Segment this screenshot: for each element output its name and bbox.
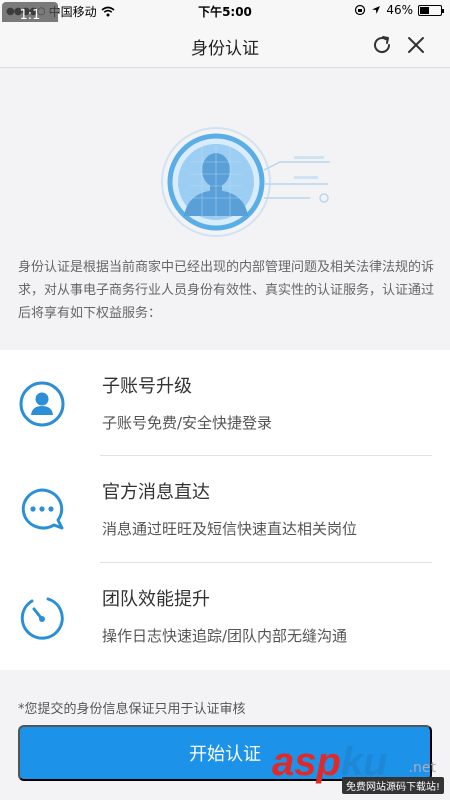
feature-title: 子账号升级 <box>102 376 192 397</box>
feature-title: 官方消息直达 <box>102 482 210 503</box>
privacy-notice: *您提交的身份信息保证只用于认证审核 <box>18 702 246 717</box>
intro-text: 身份认证是根据当前商家中已经出现的内部管理问题及相关法律法规的诉求，对从事电子商… <box>18 260 435 321</box>
battery-icon <box>418 4 444 16</box>
stopwatch-icon <box>20 597 64 640</box>
watermark-net: .net <box>408 760 436 776</box>
refresh-icon[interactable] <box>370 33 394 57</box>
status-bar: ●●●●○ 中国移动 下午5:00 46% <box>0 0 450 22</box>
feature-item-team: 团队效能提升 操作日志快速追踪/团队内部无缝沟通 <box>0 563 450 669</box>
battery-fill <box>420 6 429 14</box>
chat-bubble-icon <box>21 488 64 530</box>
rotation-lock-icon <box>355 4 366 16</box>
feature-desc: 消息通过旺旺及短信快速直达相关岗位 <box>102 520 358 538</box>
feature-list: 子账号升级 子账号免费/安全快捷登录 官方消息直达 消息通过旺旺及短信快速直达相… <box>0 350 450 670</box>
battery-percent: 46% <box>386 3 413 17</box>
status-right: 46% <box>354 3 444 17</box>
feature-title: 团队效能提升 <box>102 589 210 610</box>
feature-desc: 子账号免费/安全快捷登录 <box>102 414 273 432</box>
watermark-asp: asp <box>272 740 341 784</box>
feature-item-messages: 官方消息直达 消息通过旺旺及短信快速直达相关岗位 <box>0 456 450 562</box>
close-icon[interactable] <box>404 33 428 57</box>
watermark-sub: 免费网站源码下载站! <box>341 777 444 794</box>
watermark: aspku .net 免费网站源码下载站! <box>272 740 444 794</box>
hero-section: 身份认证是根据当前商家中已经出现的内部管理问题及相关法律法规的诉求，对从事电子商… <box>0 68 450 350</box>
feature-item-sub-account: 子账号升级 子账号免费/安全快捷登录 <box>0 350 450 456</box>
face-scan-illustration <box>161 127 330 237</box>
nav-bar: 身份认证 <box>0 22 450 68</box>
location-arrow-icon <box>372 6 381 14</box>
feature-desc: 操作日志快速追踪/团队内部无缝沟通 <box>102 627 348 645</box>
user-icon <box>19 381 65 427</box>
